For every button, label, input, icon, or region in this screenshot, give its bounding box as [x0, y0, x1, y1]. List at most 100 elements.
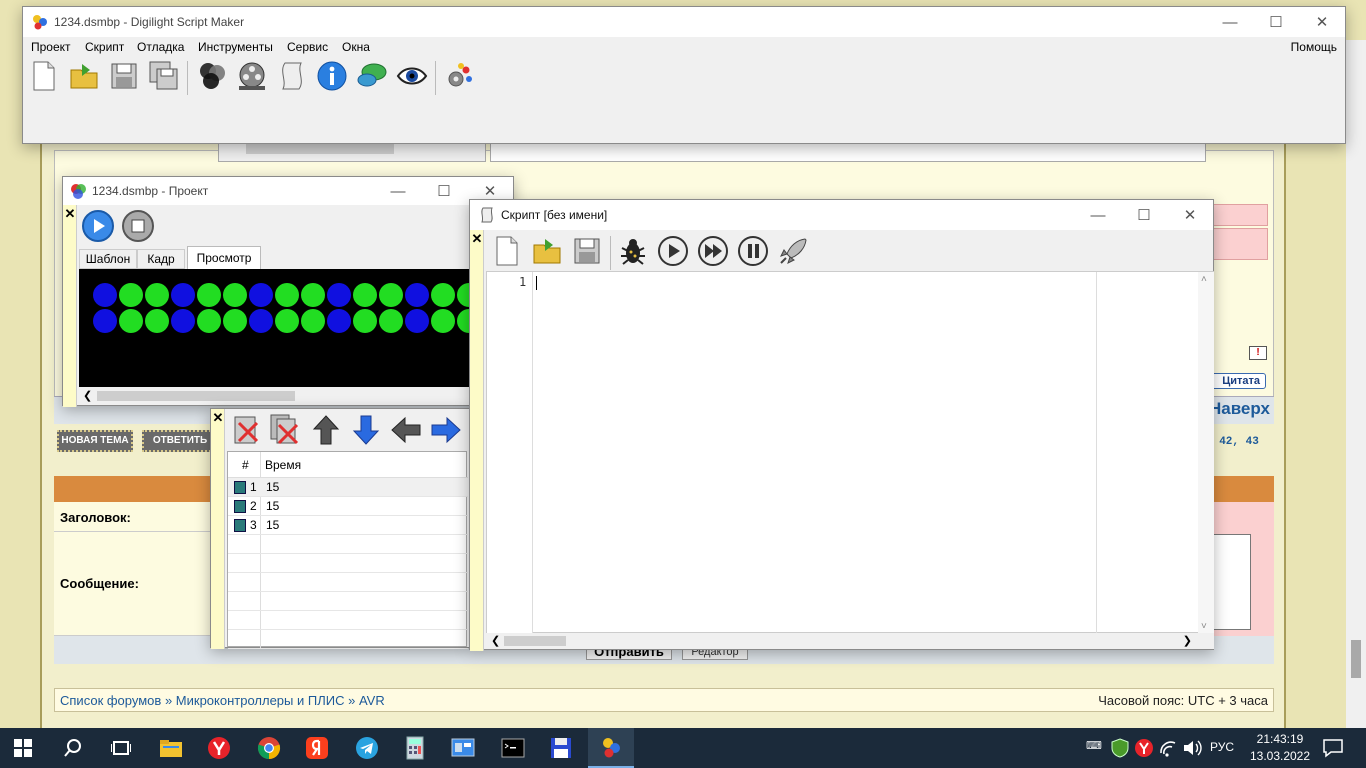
move-up-icon[interactable]: [309, 413, 343, 447]
column-header-num[interactable]: #: [242, 458, 249, 472]
menu-tools[interactable]: Инструменты: [198, 40, 273, 54]
script-maximize-button[interactable]: ☐: [1121, 200, 1167, 230]
delete-all-frames-icon[interactable]: [269, 413, 303, 447]
open-folder-icon[interactable]: [67, 59, 101, 93]
yandex-browser-icon[interactable]: [196, 728, 242, 768]
script-minimize-button[interactable]: —: [1075, 200, 1121, 230]
table-row[interactable]: 2 15: [228, 497, 468, 516]
pagination[interactable]: , 42, 43: [1206, 436, 1276, 448]
digilight-app-icon[interactable]: [588, 728, 634, 768]
led-pixel: [379, 309, 403, 333]
project-panel-close-icon[interactable]: ✕: [63, 207, 77, 221]
move-left-icon[interactable]: [389, 413, 423, 447]
step-icon[interactable]: [696, 234, 730, 268]
notification-icon[interactable]: [1322, 738, 1344, 758]
led-pixel: [93, 309, 117, 333]
table-row[interactable]: 3 15: [228, 516, 468, 535]
tray-shield-icon[interactable]: [1110, 738, 1130, 758]
led-pixel: [249, 283, 273, 307]
save-script-icon[interactable]: [570, 234, 604, 268]
maximize-button[interactable]: ☐: [1253, 7, 1299, 37]
file-explorer-icon[interactable]: [148, 728, 194, 768]
tab-preview[interactable]: Просмотр: [187, 246, 261, 269]
project-maximize-button[interactable]: ☐: [421, 177, 467, 205]
menu-service[interactable]: Сервис: [287, 40, 328, 54]
table-row[interactable]: 1 15: [228, 478, 468, 497]
info-icon[interactable]: [315, 59, 349, 93]
clock-time[interactable]: 21:43:19: [1250, 732, 1310, 746]
save-icon[interactable]: [107, 59, 141, 93]
led-pixel: [327, 309, 351, 333]
stop-button[interactable]: [121, 209, 155, 243]
film-reel-icon[interactable]: [235, 59, 269, 93]
task-view-icon[interactable]: [98, 728, 144, 768]
tray-keyboard-icon[interactable]: ⌨: [1086, 739, 1104, 757]
calculator-icon[interactable]: [392, 728, 438, 768]
reply-button[interactable]: ОТВЕТИТЬ: [142, 430, 218, 452]
new-topic-button[interactable]: НОВАЯ ТЕМА: [57, 430, 133, 452]
open-script-icon[interactable]: [530, 234, 564, 268]
column-header-time[interactable]: Время: [265, 458, 301, 472]
rocket-icon[interactable]: [776, 234, 810, 268]
minimize-button[interactable]: —: [1207, 7, 1253, 37]
start-button[interactable]: [0, 728, 46, 768]
scroll-left-arrow-icon[interactable]: ❮: [83, 389, 92, 402]
clock-date[interactable]: 13.03.2022: [1246, 749, 1314, 763]
breadcrumb-microcontrollers[interactable]: Микроконтроллеры и ПЛИС: [176, 693, 345, 708]
breadcrumb-forums[interactable]: Список форумов: [60, 693, 161, 708]
frames-panel-close-icon[interactable]: ✕: [211, 411, 225, 425]
run-icon[interactable]: [656, 234, 690, 268]
script-hscrollbar[interactable]: ❮ ❯: [486, 633, 1214, 649]
volume-icon[interactable]: [1182, 738, 1202, 758]
close-button[interactable]: ✕: [1299, 7, 1345, 37]
move-down-icon[interactable]: [349, 413, 383, 447]
script-panel-close-icon[interactable]: ✕: [470, 232, 484, 246]
control-panel-icon[interactable]: [440, 728, 486, 768]
yandex-icon[interactable]: [294, 728, 340, 768]
page-scrollbar-thumb[interactable]: [1351, 640, 1361, 678]
chrome-icon[interactable]: [246, 728, 292, 768]
menu-project[interactable]: Проект: [31, 40, 71, 54]
menu-debug[interactable]: Отладка: [137, 40, 184, 54]
color-mix-icon[interactable]: [195, 59, 229, 93]
new-file-icon[interactable]: [27, 59, 61, 93]
search-icon[interactable]: [50, 728, 96, 768]
script-editor[interactable]: 1 ˄ ˅: [486, 271, 1214, 634]
script-scroll-icon[interactable]: [275, 59, 309, 93]
led-pixel: [327, 283, 351, 307]
tray-yandex-icon[interactable]: [1134, 738, 1154, 758]
pause-icon[interactable]: [736, 234, 770, 268]
led-pixel: [353, 309, 377, 333]
report-icon[interactable]: !: [1249, 346, 1267, 360]
preview-hscrollbar[interactable]: ❮: [79, 387, 471, 405]
save-all-icon[interactable]: [147, 59, 181, 93]
wifi-icon[interactable]: [1158, 738, 1178, 758]
settings-gears-icon[interactable]: [443, 59, 477, 93]
play-button[interactable]: [81, 209, 115, 243]
delete-frame-icon[interactable]: [231, 413, 265, 447]
script-close-button[interactable]: ✕: [1167, 200, 1213, 230]
breadcrumb-separator: »: [348, 693, 356, 708]
breadcrumb-avr[interactable]: AVR: [359, 693, 385, 708]
terminal-icon[interactable]: [490, 728, 536, 768]
debug-bug-icon[interactable]: [616, 234, 650, 268]
table-row: [228, 592, 468, 611]
led-pixel: [275, 309, 299, 333]
chat-icon[interactable]: [355, 59, 389, 93]
eye-icon[interactable]: [395, 59, 429, 93]
message-textarea[interactable]: [1210, 534, 1251, 630]
floppy-app-icon[interactable]: [538, 728, 584, 768]
move-right-icon[interactable]: [429, 413, 463, 447]
menu-script[interactable]: Скрипт: [85, 40, 124, 54]
project-minimize-button[interactable]: —: [375, 177, 421, 205]
toolbar-separator: [187, 61, 188, 95]
tab-frame[interactable]: Кадр: [137, 249, 185, 269]
script-vscrollbar[interactable]: ˄ ˅: [1198, 272, 1214, 634]
menu-help[interactable]: Помощь: [1291, 40, 1337, 54]
telegram-icon[interactable]: [344, 728, 390, 768]
language-indicator[interactable]: РУС: [1210, 740, 1234, 754]
tab-template[interactable]: Шаблон: [79, 249, 137, 269]
frame-time: 15: [266, 518, 280, 532]
menu-windows[interactable]: Окна: [342, 40, 370, 54]
new-script-icon[interactable]: [490, 234, 524, 268]
